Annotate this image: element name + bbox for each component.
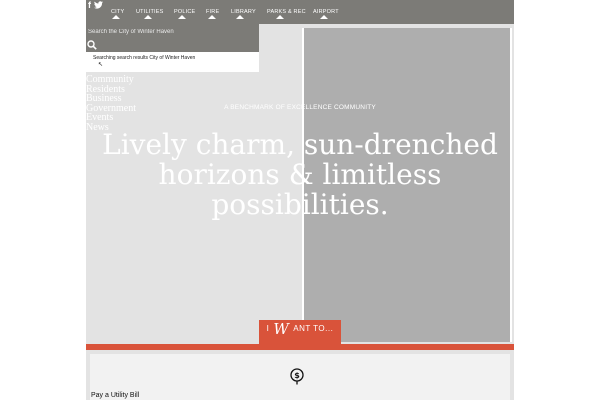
search-input[interactable] — [88, 27, 256, 37]
quick-link-label: Pay a Utility Bill — [91, 392, 140, 399]
hero: Searching search results City of Winter … — [86, 24, 514, 344]
nav-indicator-icon — [320, 15, 328, 19]
i-want-rest: ANT TO... — [293, 324, 334, 333]
nav-indicator-icon — [178, 15, 186, 19]
svg-text:$: $ — [294, 371, 300, 380]
mouse-cursor-icon: ↖ — [98, 62, 104, 68]
i-want-initial: W — [273, 320, 289, 338]
nav-indicator-icon — [112, 15, 120, 19]
i-want-to-button[interactable]: I W ANT TO... — [259, 320, 341, 344]
nav-item-parks-rec[interactable]: PARKS & REC — [267, 9, 306, 15]
page: f CITY UTILITIES POLICE FIRE LIBRARY PAR… — [0, 0, 600, 400]
nav-indicator-icon — [208, 15, 216, 19]
i-want-prefix: I — [266, 324, 269, 333]
search-suggestion-text: Searching search results City of Winter … — [93, 55, 196, 61]
search-icon[interactable] — [87, 40, 97, 50]
main-nav: CITY UTILITIES POLICE FIRE LIBRARY PARKS… — [86, 9, 514, 21]
nav-indicator-icon — [144, 15, 152, 19]
search-suggestion[interactable]: Searching search results City of Winter … — [86, 52, 259, 72]
nav-indicator-icon — [276, 15, 284, 19]
search-box — [86, 24, 259, 52]
top-bar: f CITY UTILITIES POLICE FIRE LIBRARY PAR… — [86, 0, 514, 24]
hero-tagline: A BENCHMARK OF EXCELLENCE COMMUNITY — [224, 104, 376, 111]
quick-links-section: $ Pay a Utility Bill — [86, 350, 514, 400]
hero-headline: Lively charm, sun-drenched horizons & li… — [102, 128, 498, 221]
quick-link-pay-utility-bill[interactable]: $ Pay a Utility Bill — [90, 354, 510, 400]
dollar-icon: $ — [290, 368, 304, 385]
nav-indicator-icon — [236, 15, 244, 19]
